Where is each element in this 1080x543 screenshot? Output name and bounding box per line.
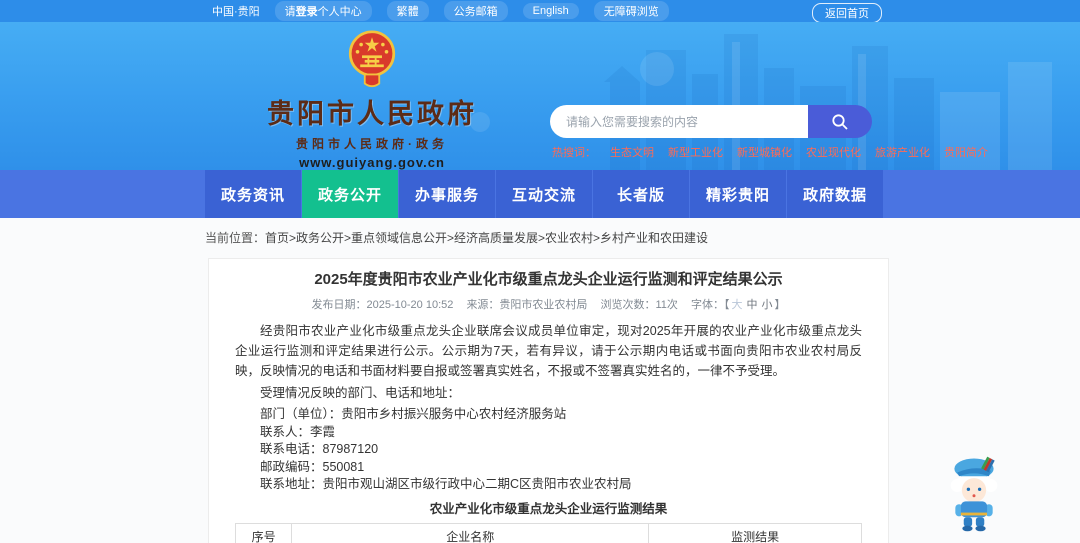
font-size-medium-button[interactable]: 中 <box>746 299 757 311</box>
article-paragraph: 受理情况反映的部门、电话和地址： <box>260 386 461 400</box>
contact-address: 联系地址：贵阳市观山湖区市级行政中心二期C区贵阳市农业农村局 <box>260 477 632 491</box>
font-size-small-button[interactable]: 小 <box>761 299 772 311</box>
monitoring-result-table: 序号 企业名称 监测结果 1 贵州合力超市采购有限公司 合格 2 贵州友禾种业有… <box>234 522 862 543</box>
font-size-large-button[interactable]: 大 <box>731 299 742 311</box>
english-link[interactable]: English <box>522 3 579 19</box>
assistant-mascot-icon[interactable] <box>946 452 1002 539</box>
article-meta: 发布日期：2025-10-20 10:52 来源：贵阳市农业农村局 浏览次数：1… <box>235 296 862 312</box>
header-cell-result: 监测结果 <box>648 522 862 543</box>
site-url: www.guiyang.gov.cn <box>299 155 445 170</box>
search-button[interactable] <box>808 105 872 138</box>
site-logo-block[interactable]: 贵阳市人民政府 贵阳市人民政府·政务 www.guiyang.gov.cn <box>222 28 522 170</box>
breadcrumb: 当前位置：首页>政务公开>重点领域信息公开>经济高质量发展>农业农村>乡村产业和… <box>0 218 1080 246</box>
font-size-label-close: 】 <box>774 299 786 311</box>
nav-tab-zhengwu-gongkai[interactable]: 政务公开 <box>302 170 398 218</box>
search-input[interactable] <box>550 105 808 138</box>
nav-tab-zhangzheban[interactable]: 长者版 <box>593 170 689 218</box>
hot-search-label: 热搜词： <box>552 147 596 159</box>
site-subtitle: 贵阳市人民政府·政务 <box>296 137 448 151</box>
search-icon <box>832 113 848 130</box>
national-emblem-icon <box>348 30 396 88</box>
font-size-label: 字体：【 <box>690 299 730 311</box>
article-card: 2025年度贵阳市农业产业化市级重点龙头企业运行监测和评定结果公示 发布日期：2… <box>208 258 889 543</box>
region-label: 中国·贵阳 <box>212 6 260 18</box>
official-mail-link[interactable]: 公务邮箱 <box>443 1 508 21</box>
publish-date: 发布日期：2025-10-20 10:52 <box>311 299 454 311</box>
contact-postcode: 邮政编码：550081 <box>260 459 365 474</box>
result-table-title: 农业产业化市级重点龙头企业运行监测结果 <box>429 501 668 516</box>
hot-term-link[interactable]: 旅游产业化 <box>875 144 930 160</box>
site-title: 贵阳市人民政府 <box>267 99 477 129</box>
traditional-chinese-link[interactable]: 繁體 <box>386 1 429 21</box>
header-cell-no: 序号 <box>234 522 293 543</box>
breadcrumb-path[interactable]: 首页>政务公开>重点领域信息公开>经济高质量发展>农业农村>乡村产业和农田建设 <box>265 231 708 245</box>
site-search <box>550 105 872 138</box>
bokeh-decoration <box>640 52 674 86</box>
contact-phone: 联系电话：87987120 <box>260 442 379 456</box>
government-portal-page: 中国·贵阳 请登录个人中心 繁體 公务邮箱 English 无障碍浏览 返回首页 <box>0 0 1080 543</box>
breadcrumb-label: 当前位置： <box>205 231 266 245</box>
login-link[interactable]: 请登录个人中心 <box>274 1 372 21</box>
hot-term-link[interactable]: 生态文明 <box>610 144 654 160</box>
contact-person: 联系人：李霞 <box>260 424 336 439</box>
hot-term-link[interactable]: 新型城镇化 <box>737 144 792 160</box>
table-header-row: 序号 企业名称 监测结果 <box>234 522 862 543</box>
nav-tab-jingcai-guiyang[interactable]: 精彩贵阳 <box>690 170 786 218</box>
top-utility-bar: 中国·贵阳 请登录个人中心 繁體 公务邮箱 English 无障碍浏览 返回首页 <box>0 0 1080 23</box>
primary-nav: 政务资讯 政务公开 办事服务 互动交流 长者版 精彩贵阳 政府数据 <box>0 170 1080 218</box>
article-paragraph: 经贵阳市农业产业化市级重点龙头企业联席会议成员单位审定，现对2025年开展的农业… <box>235 324 862 378</box>
accessibility-link[interactable]: 无障碍浏览 <box>593 1 669 21</box>
nav-tab-zhengfu-shuju[interactable]: 政府数据 <box>787 170 883 218</box>
view-count: 浏览次数：11次 <box>600 299 678 311</box>
hot-term-link[interactable]: 贵阳简介 <box>944 144 988 160</box>
nav-tab-hudong-jiaoliu[interactable]: 互动交流 <box>496 170 592 218</box>
return-home-button[interactable]: 返回首页 <box>812 3 882 23</box>
hot-term-link[interactable]: 农业现代化 <box>806 144 861 160</box>
contact-department: 部门（单位）：贵阳市乡村振兴服务中心农村经济服务站 <box>260 407 567 421</box>
article-title: 2025年度贵阳市农业产业化市级重点龙头企业运行监测和评定结果公示 <box>314 271 783 288</box>
site-banner: 贵阳市人民政府 贵阳市人民政府·政务 www.guiyang.gov.cn 热搜… <box>0 22 1080 170</box>
header-cell-company: 企业名称 <box>291 522 650 543</box>
nav-tab-banshi-fuwu[interactable]: 办事服务 <box>399 170 495 218</box>
contact-info-block: 部门（单位）：贵阳市乡村振兴服务中心农村经济服务站 联系人：李霞 联系电话：87… <box>235 406 862 494</box>
hot-term-link[interactable]: 新型工业化 <box>668 144 723 160</box>
hot-search-row: 热搜词： 生态文明 新型工业化 新型城镇化 农业现代化 旅游产业化 贵阳简介 <box>552 144 988 160</box>
article-source: 来源：贵阳市农业农村局 <box>466 299 588 311</box>
nav-tab-zhengwu-zixun[interactable]: 政务资讯 <box>205 170 301 218</box>
